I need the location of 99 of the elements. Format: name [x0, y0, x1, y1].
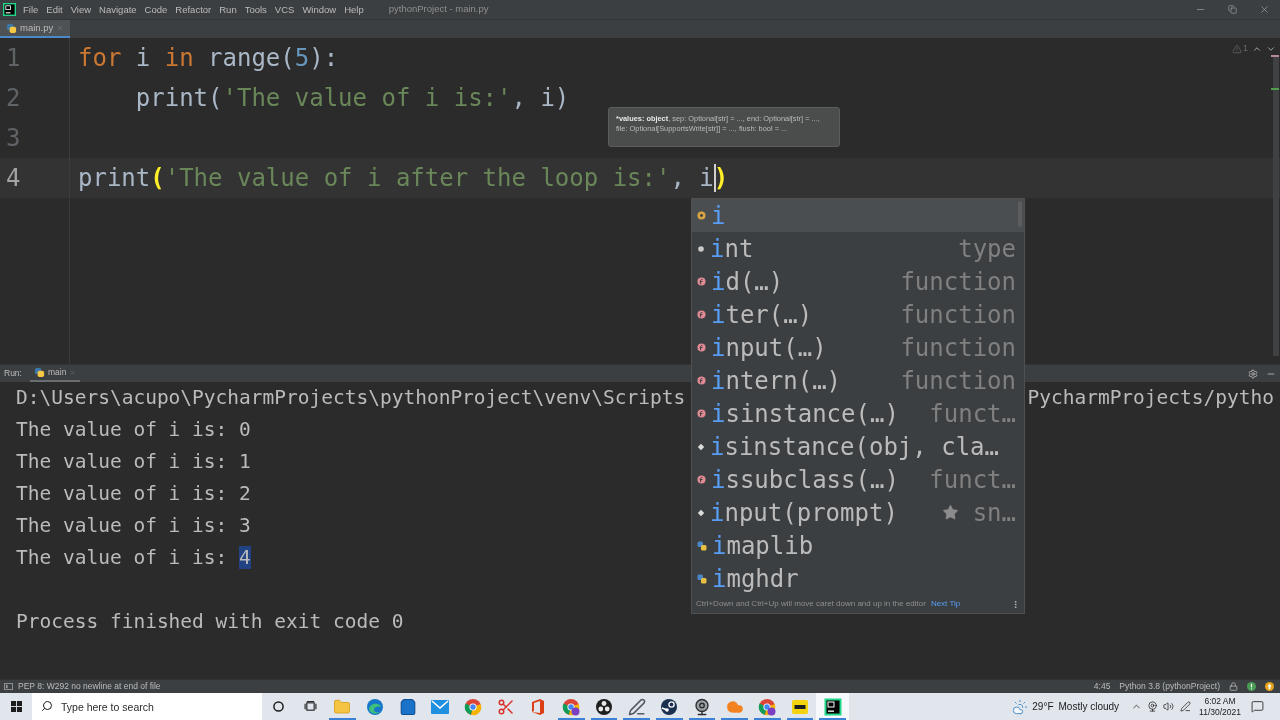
panel-toggle-icon[interactable] [4, 683, 13, 690]
taskbar-app[interactable] [816, 693, 849, 720]
menu-item[interactable]: Help [344, 4, 364, 15]
bag-icon [398, 697, 417, 716]
browser-logo-icon [464, 697, 483, 716]
caret-position[interactable]: 4:45 [1093, 680, 1111, 693]
tip-text: Ctrl+Down and Ctrl+Up will move caret down and up in the editor [696, 598, 926, 610]
lock-icon[interactable] [1229, 682, 1238, 691]
webcam-icon [692, 697, 711, 716]
function-icon [697, 277, 706, 286]
console-line: Process finished with exit code 0 [16, 609, 404, 636]
menu-item[interactable]: Tools [244, 4, 267, 15]
window-title: pythonProject - main.py [388, 2, 489, 17]
menu-item[interactable]: Run [219, 4, 237, 15]
weather-temperature[interactable]: 29°F [1032, 699, 1054, 714]
notification-icon[interactable] [1251, 700, 1264, 713]
completion-item[interactable]: isinstance(obj, cla… [692, 430, 1024, 463]
console-line: The value of i is: 4 [16, 545, 251, 572]
line-number: 4 [6, 163, 21, 194]
folder-icon [333, 697, 352, 716]
function-icon [697, 409, 706, 418]
menu-item[interactable]: View [70, 4, 92, 15]
app-logo-icon [823, 697, 842, 716]
interpreter-selector[interactable]: Python 3.8 (pythonProject) [1119, 680, 1220, 693]
module-icon [697, 573, 707, 584]
module-icon [697, 540, 707, 551]
task-view-icon [303, 701, 317, 712]
line-number: 2 [6, 83, 21, 114]
dot-icon [697, 244, 705, 253]
completion-item[interactable]: input(…) function [692, 331, 1024, 364]
browser-logo-icon [562, 697, 581, 716]
console-line: The value of i is: 3 [16, 513, 251, 540]
ring-logo-icon [594, 697, 613, 716]
close-icon [1258, 4, 1270, 15]
menu-item[interactable]: Refactor [175, 4, 212, 15]
app-logo-icon [3, 3, 16, 16]
variable-icon [697, 211, 706, 220]
completion-item[interactable]: imghdr [692, 562, 1024, 595]
completion-item[interactable]: issubclass(…) funct… [692, 463, 1024, 496]
status-message: PEP 8: W292 no newline at end of file [18, 680, 161, 693]
scissors-icon [496, 697, 515, 716]
start-logo-icon [10, 701, 22, 712]
editor-tab[interactable]: main.py [0, 20, 71, 38]
function-icon [697, 343, 706, 352]
settings-icon[interactable] [1248, 368, 1258, 379]
search-field[interactable]: Type here to search [32, 693, 262, 720]
file-icon [6, 22, 17, 34]
pen-icon [627, 697, 646, 716]
ring-icon [272, 701, 284, 712]
volume-icon[interactable] [1163, 701, 1175, 712]
panel-label: Run: [4, 367, 22, 380]
more-options-icon[interactable] [1011, 599, 1020, 609]
clock-date[interactable]: 11/30/2021 [1199, 706, 1241, 718]
search-icon [41, 700, 53, 712]
disc-logo-icon [660, 697, 679, 716]
menu-item[interactable]: File [23, 4, 39, 15]
function-icon [697, 376, 706, 385]
menu-item[interactable]: Navigate [99, 4, 137, 15]
browser-logo-icon [758, 697, 777, 716]
webcam-icon[interactable] [1147, 701, 1159, 712]
completion-item[interactable]: iter(…) function [692, 298, 1024, 331]
swirl-logo-icon [366, 697, 385, 716]
completion-item[interactable]: intern(…) function [692, 364, 1024, 397]
file-icon [33, 367, 45, 378]
clock-time[interactable]: 6:02 AM [1204, 695, 1236, 707]
console-line: The value of i is: 1 [16, 449, 251, 476]
completion-item[interactable]: isinstance(…) funct… [692, 397, 1024, 430]
code-line: for i in range(5): [78, 43, 339, 74]
next-tip-link[interactable]: Next Tip [930, 598, 961, 610]
completion-item[interactable]: imaplib [692, 529, 1024, 562]
code-line: print('The value of i is:', i) [134, 83, 570, 114]
completion-item[interactable]: id(…) function [692, 265, 1024, 298]
pen-icon[interactable] [1180, 701, 1192, 712]
console-line: The value of i is: 0 [16, 417, 251, 444]
document-logo-icon [790, 697, 809, 716]
restore-icon [1227, 5, 1237, 14]
menu-item[interactable]: VCS [274, 4, 295, 15]
weather-condition[interactable]: Mostly cloudy [1058, 699, 1120, 714]
line-number: 1 [6, 43, 21, 74]
console-line: D:\Users\acupo\PycharmProjects\pythonProject\venv\Scripts [16, 385, 686, 412]
completion-item[interactable]: int type [692, 232, 1024, 265]
function-icon [697, 310, 706, 319]
completion-item[interactable]: input(prompt) sn… [692, 496, 1024, 529]
update-icon[interactable] [1265, 682, 1274, 691]
notification-icon[interactable] [1247, 682, 1256, 691]
code-line: print('The value of i after the loop is:', i) [78, 163, 729, 194]
console-line: PycharmProjects/pytho [1027, 385, 1274, 412]
menu-item[interactable]: Window [302, 4, 337, 15]
menu-item[interactable]: Edit [46, 4, 63, 15]
template-icon [697, 442, 705, 451]
function-icon [697, 475, 706, 484]
console-line: The value of i is: 2 [16, 481, 251, 508]
completion-item[interactable]: i [692, 199, 1024, 232]
weather-icon[interactable] [1012, 698, 1029, 715]
template-icon [697, 508, 705, 517]
scrollbar-thumb[interactable] [1273, 56, 1279, 356]
menu-item[interactable]: Code [144, 4, 168, 15]
envelope-icon [431, 699, 450, 714]
line-number: 3 [6, 123, 21, 154]
